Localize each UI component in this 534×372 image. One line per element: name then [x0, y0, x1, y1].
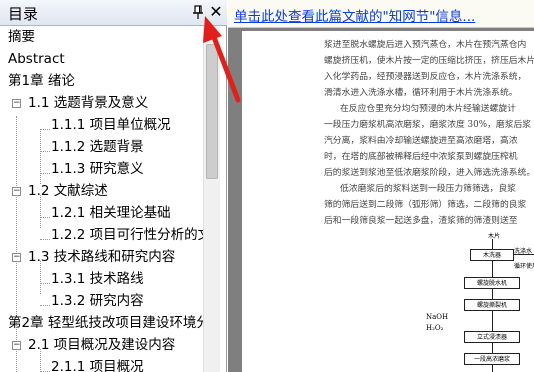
- flow-connector: [492, 239, 493, 249]
- outline-item-1-1-3[interactable]: 1.1.3 研究意义: [0, 158, 203, 180]
- flow-label: H₂O₂: [426, 324, 444, 332]
- outline-item-1-1-1[interactable]: 1.1.1 项目单位概况: [0, 114, 203, 136]
- outline-item-1-3-1[interactable]: 1.3.1 技术路线: [0, 268, 203, 290]
- document-text-line: 后和一段筛良浆一起送多盘，渣浆筛的筛渣则送至: [324, 216, 518, 226]
- document-text-line: 低浓磨浆后的浆料送到一段压力筛筛选，良浆: [340, 184, 516, 194]
- flow-step: 立式浸渍器: [464, 331, 520, 343]
- outline-title: 目录: [8, 5, 39, 23]
- outline-item-label: Abstract: [8, 51, 65, 67]
- document-text-line: 后的浆送到浆池至低浓磨浆阶段，进入筛选洗涤系统。: [324, 168, 534, 178]
- outline-item-label: 1.1.2 选题背景: [51, 139, 144, 155]
- outline-item-1-2-1[interactable]: 1.2.1 相关理论基础: [0, 202, 203, 224]
- document-pane: 单击此处查看此篇文献的"知网节"信息... 浆进至脱水螺旋后进入预汽蒸仓，木片在…: [228, 0, 534, 372]
- outline-item-label: 1.3.1 技术路线: [51, 271, 144, 287]
- outline-item-label: 第1章 绪论: [8, 73, 75, 89]
- flow-connector: [492, 365, 493, 372]
- document-text-line: 时，在塔的底部被稀释后经中浓浆泵到螺旋压榨机: [324, 152, 518, 162]
- scroll-thumb[interactable]: [206, 44, 218, 179]
- outline-item-abstract-en[interactable]: Abstract: [0, 48, 203, 70]
- collapse-toggle-icon[interactable]: −: [12, 341, 21, 350]
- flow-connector: [492, 289, 493, 299]
- outline-item-1-3-2[interactable]: 1.3.2 研究内容: [0, 290, 203, 312]
- flow-step: 木洗器: [470, 249, 514, 261]
- outline-item-label: 摘要: [8, 29, 35, 45]
- collapse-toggle-icon[interactable]: −: [12, 253, 21, 262]
- flow-connector: [492, 311, 493, 331]
- outline-item-1-1-2[interactable]: 1.1.2 选题背景: [0, 136, 203, 158]
- outline-pane: 目录 ✕ 摘要 Abstract 第1章 绪论 − 1.1 选题背景及意义 1.…: [0, 0, 227, 372]
- document-text-line: 浆进至脱水螺旋后进入预汽蒸仓，木片在预汽蒸仓内: [324, 40, 527, 50]
- flow-step: 螺旋脱水机: [464, 277, 520, 289]
- flow-label: 洗涤水: [514, 248, 533, 255]
- flow-step: 一段高浓磨浆: [464, 353, 520, 365]
- knowledge-node-link[interactable]: 单击此处查看此篇文献的"知网节"信息...: [234, 5, 475, 25]
- outline-item-chapter-1[interactable]: 第1章 绪论: [0, 70, 203, 92]
- close-icon[interactable]: ✕: [208, 3, 224, 21]
- outline-header: 目录 ✕: [0, 0, 227, 26]
- document-text-line: 汽分离，浆料由冷却输送螺旋进至高浓磨塔，高浓: [324, 136, 518, 146]
- document-text-line: 在反应仓里充分均匀预浸的木片经输送螺旋计: [340, 104, 516, 114]
- document-text-line: 螺旋挤压机，使木片按一定的压缩比挤压，挤压后木片: [324, 56, 534, 66]
- outline-item-label: 1.2 文献综述: [28, 183, 108, 199]
- outline-item-label: 1.1.1 项目单位概况: [51, 117, 171, 133]
- flow-connector: [492, 343, 493, 353]
- outline-item-1-1[interactable]: − 1.1 选题背景及意义: [0, 92, 203, 114]
- outline-item-1-3[interactable]: − 1.3 技术路线和研究内容: [0, 246, 203, 268]
- document-text-line: 一段压力磨浆机高浓磨浆，磨浆浓度 30%，磨浆后浆: [324, 120, 532, 130]
- outline-item-label: 2.1 项目概况及建设内容: [28, 337, 176, 353]
- document-page: 浆进至脱水螺旋后进入预汽蒸仓，木片在预汽蒸仓内 螺旋挤压机，使木片按一定的压缩比…: [242, 31, 534, 372]
- document-text-line: 入化学药品，经预浸器送到反应仓，木片洗涤系统，: [324, 72, 527, 82]
- flow-step: 螺旋撕裂机: [464, 299, 520, 311]
- collapse-toggle-icon[interactable]: −: [12, 187, 21, 196]
- outline-item-label: 2.1.1 项目概况: [51, 359, 144, 372]
- outline-item-chapter-2[interactable]: 第2章 轻型纸技改项目建设环境分: [0, 312, 203, 334]
- collapse-toggle-icon[interactable]: −: [12, 99, 21, 108]
- outline-scrollbar[interactable]: ▲: [203, 26, 220, 372]
- scroll-up-icon[interactable]: ▲: [204, 26, 220, 42]
- document-text-line: 筛的筛后送到二段筛（弧形筛）筛选，二段筛的良浆: [324, 200, 527, 210]
- flow-label: 木片: [488, 233, 501, 240]
- flow-label: 循环使用: [514, 263, 534, 270]
- pin-icon[interactable]: [191, 4, 205, 20]
- outline-item-label: 1.1.3 研究意义: [51, 161, 144, 177]
- outline-item-abstract-cn[interactable]: 摘要: [0, 26, 203, 48]
- flow-label: NaOH: [426, 313, 449, 321]
- document-text-line: 滑清水进入洗涤水槽，循环利用于木片洗涤系统。: [324, 88, 518, 98]
- outline-tree: 摘要 Abstract 第1章 绪论 − 1.1 选题背景及意义 1.1.1 项…: [0, 26, 203, 372]
- outline-item-label: 1.3 技术路线和研究内容: [28, 249, 176, 265]
- flow-connector: [492, 261, 493, 277]
- outline-item-label: 1.1 选题背景及意义: [28, 95, 149, 111]
- outline-item-label: 1.2.1 相关理论基础: [51, 205, 171, 221]
- outline-item-2-1[interactable]: − 2.1 项目概况及建设内容: [0, 334, 203, 356]
- outline-item-label: 1.3.2 研究内容: [51, 293, 144, 309]
- outline-item-2-1-1[interactable]: 2.1.1 项目概况: [0, 356, 203, 372]
- outline-item-label: 第2章 轻型纸技改项目建设环境分: [8, 315, 203, 331]
- document-link-bar: 单击此处查看此篇文献的"知网节"信息...: [228, 0, 534, 28]
- outline-item-label: 1.2.2 项目可行性分析的文: [51, 227, 203, 243]
- outline-item-1-2[interactable]: − 1.2 文献综述: [0, 180, 203, 202]
- outline-item-1-2-2[interactable]: 1.2.2 项目可行性分析的文: [0, 224, 203, 246]
